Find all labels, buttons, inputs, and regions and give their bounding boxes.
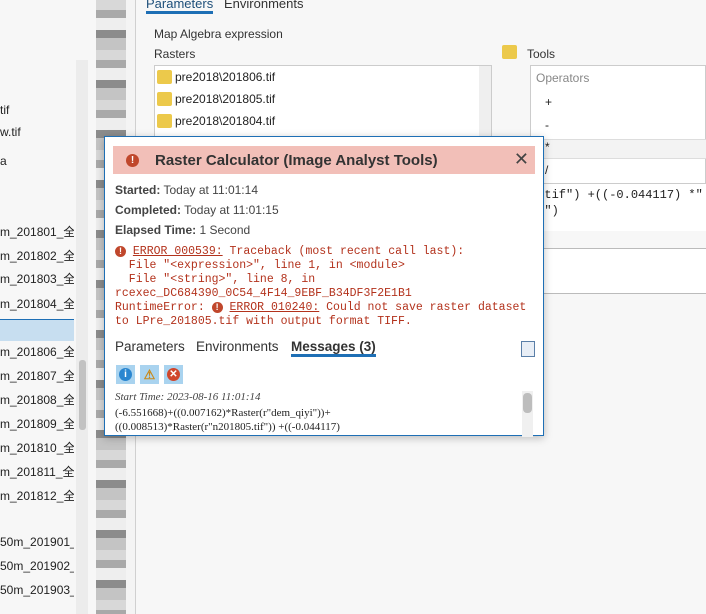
started-label: Started: xyxy=(115,183,161,197)
catalog-item[interactable]: 50m_201902_全 xyxy=(0,555,74,577)
catalog-item[interactable]: m_201801_全国 xyxy=(0,221,74,243)
error-line: rcexec_DC684390_0C54_4F14_9EBF_B34DF3F2E… xyxy=(115,287,412,300)
catalog-item[interactable]: m_201804_全国 xyxy=(0,293,74,315)
error-code-link[interactable]: ERROR 000539: xyxy=(133,245,223,258)
expression-box[interactable]: 5.tif") +((-0.044117) *" if") xyxy=(530,183,706,231)
catalog-item[interactable]: m_201806_全国 xyxy=(0,341,74,363)
error-icon: ! xyxy=(115,246,126,257)
raster-icon xyxy=(157,70,172,84)
rasters-list[interactable]: pre2018\201806.tif pre2018\201805.tif pr… xyxy=(154,65,492,145)
popup-title-bar: ! Raster Calculator (Image Analyst Tools… xyxy=(113,146,535,174)
error-prefix: RuntimeError: xyxy=(115,301,212,314)
error-icon: ✕ xyxy=(167,368,180,381)
catalog-item[interactable]: m_201803_全国 xyxy=(0,268,74,290)
message-line: Start Time: 2023-08-16 11:01:14 xyxy=(115,391,261,403)
catalog-scroll-thumb[interactable] xyxy=(79,360,86,430)
raster-icon xyxy=(157,92,172,106)
error-line: ! ERROR 000539: Traceback (most recent c… xyxy=(115,245,464,258)
folder-icon[interactable] xyxy=(502,45,517,59)
raster-item[interactable]: pre2018\201804.tif xyxy=(157,110,275,132)
copy-icon[interactable] xyxy=(521,341,535,357)
catalog-item[interactable] xyxy=(0,319,74,341)
map-algebra-label: Map Algebra expression xyxy=(154,27,283,41)
operators-label: Operators xyxy=(536,71,590,85)
message-line: (-6.551668)+((0.007162)*Raster(r"dem_qiy… xyxy=(115,407,331,419)
catalog-item[interactable]: m_201808_全国 xyxy=(0,389,74,411)
error-code-link[interactable]: ERROR 010240: xyxy=(230,301,320,314)
rasters-label: Rasters xyxy=(154,47,196,61)
catalog-scrollbar[interactable] xyxy=(76,60,88,614)
close-icon[interactable]: ✕ xyxy=(514,149,529,170)
filter-error-button[interactable]: ✕ xyxy=(164,365,183,384)
raster-name: pre2018\201806.tif xyxy=(175,70,276,84)
error-text: Traceback (most recent call last): xyxy=(222,245,465,258)
tab-environments[interactable]: Environments xyxy=(196,339,279,354)
error-line: File "<expression>", line 1, in <module> xyxy=(115,259,405,272)
catalog-item[interactable]: 50m_201903_全 xyxy=(0,579,74,601)
raster-name: pre2018\201804.tif xyxy=(175,114,276,128)
operator-multiply[interactable]: * xyxy=(531,139,706,159)
popup-title: Raster Calculator (Image Analyst Tools) xyxy=(155,151,438,169)
message-line: ((0.008513)*Raster(r"n201805.tif")) +((-… xyxy=(115,421,340,433)
raster-item[interactable]: pre2018\201806.tif xyxy=(157,66,275,88)
messages-scrollbar[interactable] xyxy=(522,391,533,437)
error-line: to LPre_201805.tif with output format TI… xyxy=(115,315,412,328)
catalog-item[interactable]: w.tif xyxy=(0,121,74,143)
expression-line: 5.tif") +((-0.044117) *" xyxy=(530,188,703,202)
raster-item[interactable]: pre2018\201805.tif xyxy=(157,88,275,110)
tab-environments[interactable]: Environments xyxy=(224,0,303,11)
filter-info-button[interactable]: i xyxy=(116,365,135,384)
tool-result-popup: ! Raster Calculator (Image Analyst Tools… xyxy=(104,136,544,437)
messages-scroll-thumb[interactable] xyxy=(523,393,532,413)
catalog-item[interactable]: a xyxy=(0,150,74,172)
catalog-item[interactable]: m_201810_全国 xyxy=(0,437,74,459)
rasters-scrollbar[interactable] xyxy=(479,66,491,144)
catalog-item[interactable]: m_201809_全国 xyxy=(0,413,74,435)
operator-minus[interactable]: - xyxy=(545,118,549,132)
error-icon: ! xyxy=(126,153,139,167)
started-value: Today at 11:01:14 xyxy=(163,183,258,197)
operator-plus[interactable]: + xyxy=(545,95,552,109)
error-text: Could not save raster dataset xyxy=(319,301,527,314)
completed-value: Today at 11:01:15 xyxy=(184,203,279,217)
elapsed-label: Elapsed Time: xyxy=(115,223,197,237)
catalog-item[interactable]: m_201812_全国 xyxy=(0,485,74,507)
warning-icon: ⚠ xyxy=(143,367,156,382)
tab-messages[interactable]: Messages (3) xyxy=(291,339,376,357)
elapsed-value: 1 Second xyxy=(199,223,251,237)
catalog-item[interactable]: m_201811_全国 xyxy=(0,461,74,483)
filter-warning-button[interactable]: ⚠ xyxy=(140,365,159,384)
output-field[interactable] xyxy=(530,248,706,294)
tab-parameters[interactable]: Parameters xyxy=(115,339,185,354)
catalog-item[interactable]: 50m_201901_全 xyxy=(0,531,74,553)
completed-row: Completed: Today at 11:01:15 xyxy=(115,203,279,217)
tools-label: Tools xyxy=(527,47,556,61)
error-icon: ! xyxy=(211,302,223,313)
started-row: Started: Today at 11:01:14 xyxy=(115,183,258,197)
completed-label: Completed: xyxy=(115,203,181,217)
info-icon: i xyxy=(119,368,132,381)
raster-name: pre2018\201805.tif xyxy=(175,92,276,106)
operator-divide[interactable]: / xyxy=(545,163,548,177)
elapsed-row: Elapsed Time: 1 Second xyxy=(115,223,250,237)
raster-icon xyxy=(157,114,172,128)
catalog-item[interactable]: m_201802_全国 xyxy=(0,245,74,267)
tab-parameters[interactable]: Parameters xyxy=(146,0,214,14)
error-line: RuntimeError: ! ERROR 010240: Could not … xyxy=(115,301,526,314)
catalog-item[interactable]: m_201807_全国 xyxy=(0,365,74,387)
catalog-item[interactable]: tif xyxy=(0,99,74,121)
error-line: File "<string>", line 8, in xyxy=(115,273,316,286)
